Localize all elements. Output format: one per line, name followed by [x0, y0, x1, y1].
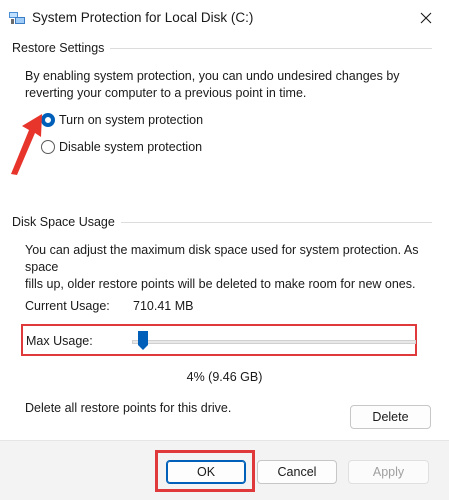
close-icon — [420, 12, 432, 24]
max-usage-percent-text: 4% (9.46 GB) — [186, 370, 263, 384]
annotation-arrow-icon — [11, 114, 42, 175]
max-usage-slider-thumb[interactable] — [137, 330, 149, 351]
turn-on-protection-option[interactable]: Turn on system protection — [41, 113, 203, 127]
ok-button-highlight — [155, 450, 255, 492]
restore-settings-heading: Restore Settings — [12, 41, 111, 55]
max-usage-highlight: Max Usage: — [21, 324, 417, 356]
current-usage-value: 710.41 MB — [133, 299, 194, 313]
disk-space-heading: Disk Space Usage — [12, 215, 121, 229]
restore-settings-description: By enabling system protection, you can u… — [25, 69, 400, 100]
close-button[interactable] — [412, 6, 440, 30]
disk-space-description: You can adjust the maximum disk space us… — [25, 243, 419, 291]
cancel-button[interactable]: Cancel — [257, 460, 337, 484]
delete-button[interactable]: Delete — [350, 405, 431, 429]
disable-protection-option[interactable]: Disable system protection — [41, 140, 202, 154]
max-usage-slider-track[interactable] — [132, 340, 416, 344]
window-title: System Protection for Local Disk (C:) — [32, 10, 254, 25]
system-protection-app-icon — [9, 12, 25, 24]
max-usage-label: Max Usage: — [26, 334, 93, 348]
system-protection-dialog: System Protection for Local Disk (C:) Re… — [0, 0, 449, 500]
title-bar: System Protection for Local Disk (C:) — [0, 0, 449, 36]
apply-button: Apply — [348, 460, 429, 484]
current-usage-label: Current Usage: — [25, 299, 110, 313]
delete-restore-points-description: Delete all restore points for this drive… — [25, 401, 232, 415]
